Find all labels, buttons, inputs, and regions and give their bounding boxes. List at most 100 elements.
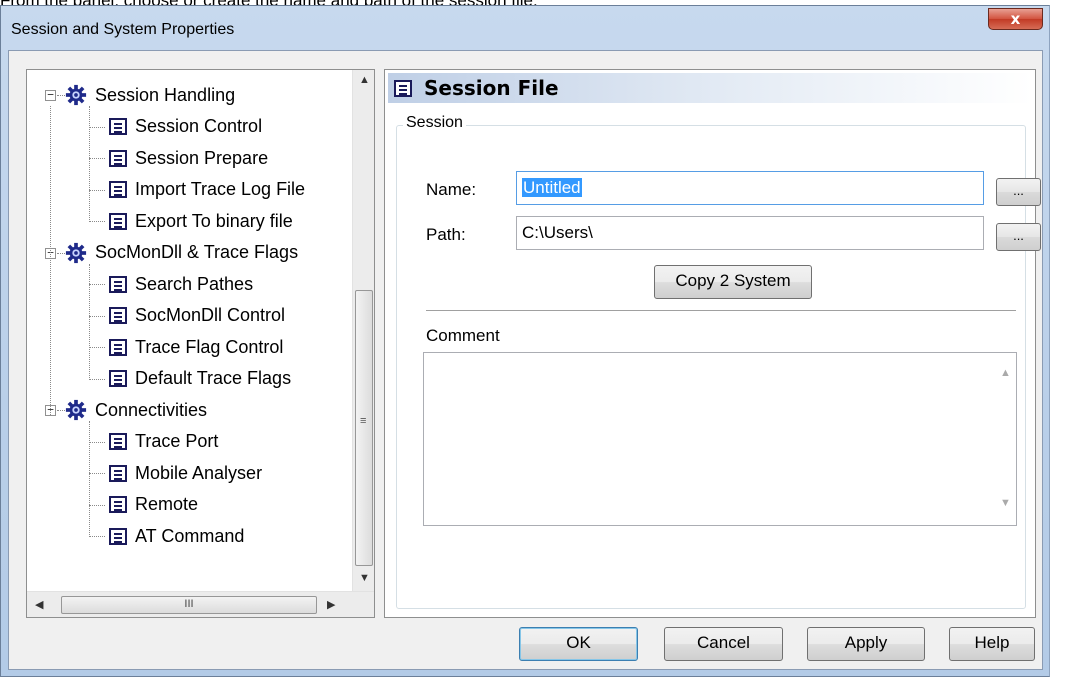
document-icon	[109, 307, 127, 324]
comment-textarea[interactable]: ▲ ▼	[423, 352, 1017, 526]
tree-item[interactable]: Remote	[109, 490, 198, 520]
name-input[interactable]: Untitled	[516, 171, 984, 205]
document-icon	[109, 433, 127, 450]
close-icon: x	[1010, 10, 1021, 28]
gear-icon	[65, 242, 87, 264]
tree-connector	[89, 378, 105, 380]
session-group-title: Session	[403, 114, 466, 132]
tree-item[interactable]: Mobile Analyser	[109, 458, 262, 488]
tree-panel: Session Handling − Session Control Session …	[26, 69, 375, 618]
scroll-left-arrow-icon[interactable]: ◀	[35, 598, 43, 611]
tree-group-0[interactable]: Session Handling	[65, 80, 235, 110]
panel-header: Session File	[388, 73, 1032, 103]
browse-path-button[interactable]: ...	[996, 223, 1041, 251]
tree-item-label: Session Control	[135, 116, 263, 136]
tree-connector	[89, 421, 90, 537]
apply-button[interactable]: Apply	[807, 627, 925, 661]
tree-group-label: SocMonDll & Trace Flags	[95, 242, 299, 262]
tree-horizontal-scrollbar[interactable]: ◀ III ▶	[27, 591, 374, 617]
comment-scroll-up-icon[interactable]: ▲	[1000, 367, 1011, 379]
tree-item-label: Import Trace Log File	[135, 179, 306, 199]
tree-group-2[interactable]: Connectivities	[65, 395, 207, 425]
tree-horizontal-thumb[interactable]: III	[61, 596, 317, 614]
copy-to-system-label: Copy 2 System	[675, 271, 791, 290]
tree-item-label: SocMonDll Control	[135, 305, 286, 325]
client-area: Session Handling − Session Control Session …	[8, 50, 1043, 670]
tree-item-label: Search Pathes	[135, 273, 254, 294]
tree-connector	[89, 263, 90, 380]
tree-group-1[interactable]: SocMonDll & Trace Flags	[65, 238, 298, 268]
tree-item-label: Session Prepare	[135, 147, 269, 168]
document-icon	[109, 338, 127, 356]
path-input[interactable]: C:\Users\	[516, 216, 984, 250]
scroll-right-arrow-icon[interactable]: ▶	[327, 598, 335, 611]
help-button[interactable]: Help	[949, 627, 1035, 661]
tree-item[interactable]: AT Command	[109, 521, 244, 551]
tree-connector	[89, 536, 105, 537]
tree-group-label: Session Handling	[95, 84, 236, 105]
grip-icon: III	[184, 598, 194, 610]
tree-connector	[89, 106, 90, 222]
tree-connector	[57, 410, 65, 411]
scroll-down-arrow-icon[interactable]: ▼	[359, 572, 370, 584]
tree-connector	[89, 189, 105, 191]
document-icon	[109, 496, 127, 513]
ok-button[interactable]: OK	[519, 627, 638, 661]
tree-connector	[89, 504, 105, 506]
title-bar[interactable]: Session and System Properties x	[1, 6, 1049, 50]
document-icon	[109, 118, 127, 135]
path-label: Path:	[426, 225, 466, 244]
tree-vertical-scrollbar[interactable]: ▲ ≡ ▼	[352, 70, 374, 591]
apply-label: Apply	[844, 633, 888, 652]
help-label: Help	[974, 633, 1010, 652]
tree-item-label: Default Trace Flags	[135, 368, 292, 388]
tree-connector	[50, 106, 51, 415]
browse-name-button[interactable]: ...	[996, 178, 1041, 206]
tree-item[interactable]: Import Trace Log File	[109, 175, 305, 205]
close-button[interactable]: x	[988, 8, 1043, 30]
name-value: Untitled	[522, 178, 582, 197]
tree-item[interactable]: Search Pathes	[109, 269, 253, 299]
comment-scroll-down-icon[interactable]: ▼	[1000, 497, 1011, 509]
tree-item-label: Export To binary file	[135, 210, 293, 231]
tree-connector	[89, 158, 105, 159]
separator	[426, 310, 1016, 312]
tree-item[interactable]: Default Trace Flags	[109, 364, 291, 394]
copy-to-system-button[interactable]: Copy 2 System	[654, 265, 812, 299]
browse-name-label: ...	[1013, 183, 1024, 198]
tree-item-label: Trace Port	[135, 431, 219, 451]
comment-scrollbar[interactable]: ▲ ▼	[994, 353, 1016, 525]
tree-connector	[89, 221, 105, 222]
document-icon	[109, 527, 127, 545]
collapse-icon[interactable]: −	[45, 89, 56, 101]
tree-item-label: AT Command	[135, 525, 245, 546]
document-icon	[109, 181, 127, 198]
name-label: Name:	[426, 180, 477, 199]
tree-group-label: Connectivities	[95, 399, 208, 420]
tree-item-label: Mobile Analyser	[135, 462, 263, 483]
cancel-button[interactable]: Cancel	[664, 627, 783, 661]
tree-connector	[89, 315, 105, 317]
window-title: Session and System Properties	[11, 21, 235, 38]
tree-item[interactable]: Session Control	[109, 112, 262, 142]
gear-icon	[65, 84, 87, 106]
tree-vertical-thumb[interactable]: ≡	[355, 290, 373, 566]
tree-item-label: Remote	[135, 494, 199, 514]
tree-item[interactable]: Trace Port	[109, 427, 218, 457]
tree-item[interactable]: Trace Flag Control	[109, 332, 283, 362]
browse-path-label: ...	[1013, 228, 1024, 243]
tree-item[interactable]: Session Prepare	[109, 143, 268, 173]
tree-item[interactable]: Export To binary file	[109, 206, 293, 236]
path-value: C:\Users\	[522, 223, 593, 242]
document-icon	[109, 464, 127, 482]
tree-item[interactable]: SocMonDll Control	[109, 301, 285, 331]
scroll-up-arrow-icon[interactable]: ▲	[359, 74, 370, 86]
comment-label: Comment	[426, 326, 500, 345]
ok-label: OK	[566, 633, 591, 652]
tree-connector	[89, 473, 105, 474]
session-groupbox: Session Name: Untitled ... Path: C:\User…	[396, 114, 1041, 609]
panel-title: Session File	[424, 76, 559, 100]
tree-connector	[89, 284, 105, 285]
cancel-label: Cancel	[697, 633, 750, 652]
document-icon	[109, 370, 127, 387]
